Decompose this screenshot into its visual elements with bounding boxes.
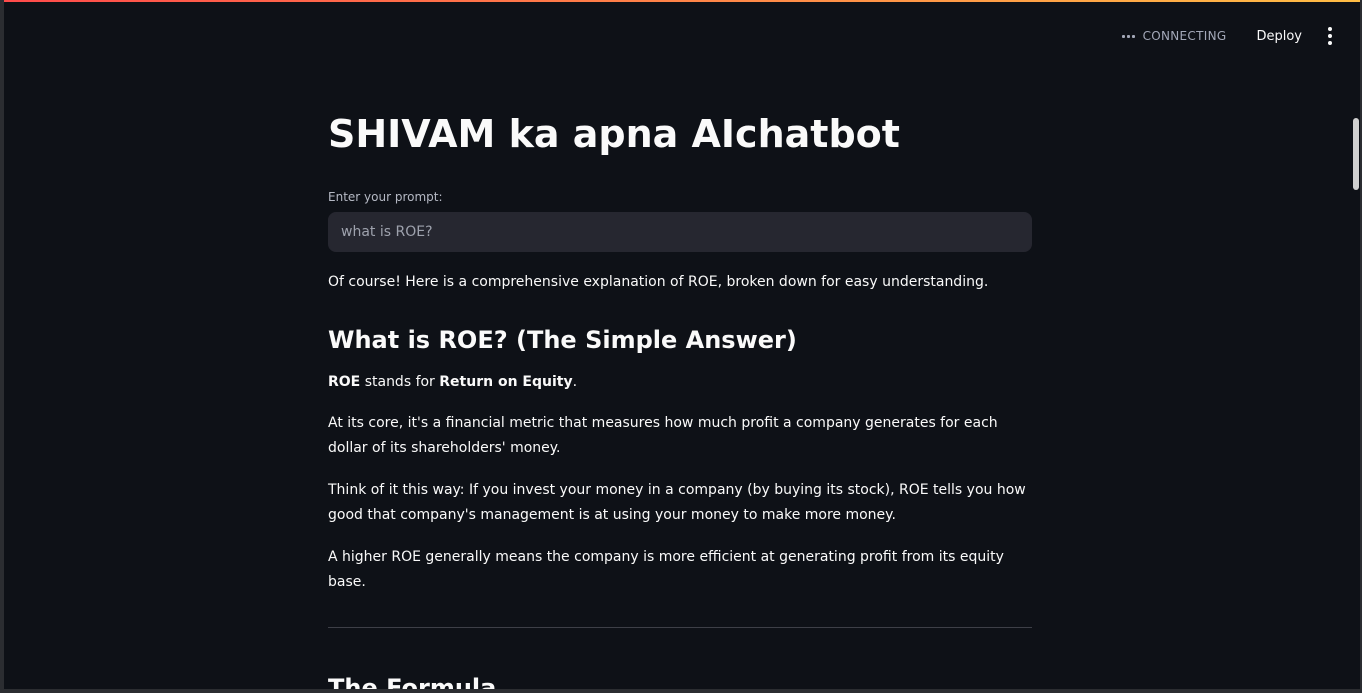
response-intro: Of course! Here is a comprehensive expla…	[328, 274, 989, 290]
deploy-button[interactable]: Deploy	[1252, 27, 1306, 46]
response-heading-what-is-roe: What is ROE? (The Simple Answer)	[328, 326, 797, 354]
top-decoration-bar	[4, 0, 1360, 2]
page-title: SHIVAM ka apna AIchatbot	[328, 112, 900, 156]
app-window: CONNECTING Deploy SHIVAM ka apna AIchatb…	[0, 0, 1362, 693]
status-label: CONNECTING	[1142, 29, 1227, 43]
response-paragraph-definition: ROE stands for Return on Equity.	[328, 374, 578, 390]
response-paragraph-analogy: Think of it this way: If you invest your…	[328, 482, 1026, 523]
response-paragraph-higher-roe: A higher ROE generally means the company…	[328, 549, 1004, 590]
prompt-label: Enter your prompt:	[328, 190, 443, 204]
scrollbar-thumb[interactable]	[1353, 118, 1359, 190]
return-on-equity-term: Return on Equity	[439, 374, 573, 390]
response-paragraph-core: At its core, it's a financial metric tha…	[328, 415, 998, 456]
more-options-icon[interactable]	[1322, 26, 1338, 46]
connection-status: CONNECTING	[1121, 29, 1227, 43]
status-dots-icon	[1121, 34, 1135, 38]
header-toolbar: CONNECTING Deploy	[1121, 24, 1338, 48]
response-heading-formula: The Formula	[328, 674, 497, 693]
prompt-input[interactable]	[328, 212, 1032, 252]
section-divider	[328, 627, 1032, 628]
scrollbar[interactable]	[1352, 58, 1360, 688]
main-content: SHIVAM ka apna AIchatbot Enter your prom…	[328, 112, 1032, 693]
roe-term: ROE	[328, 374, 361, 390]
